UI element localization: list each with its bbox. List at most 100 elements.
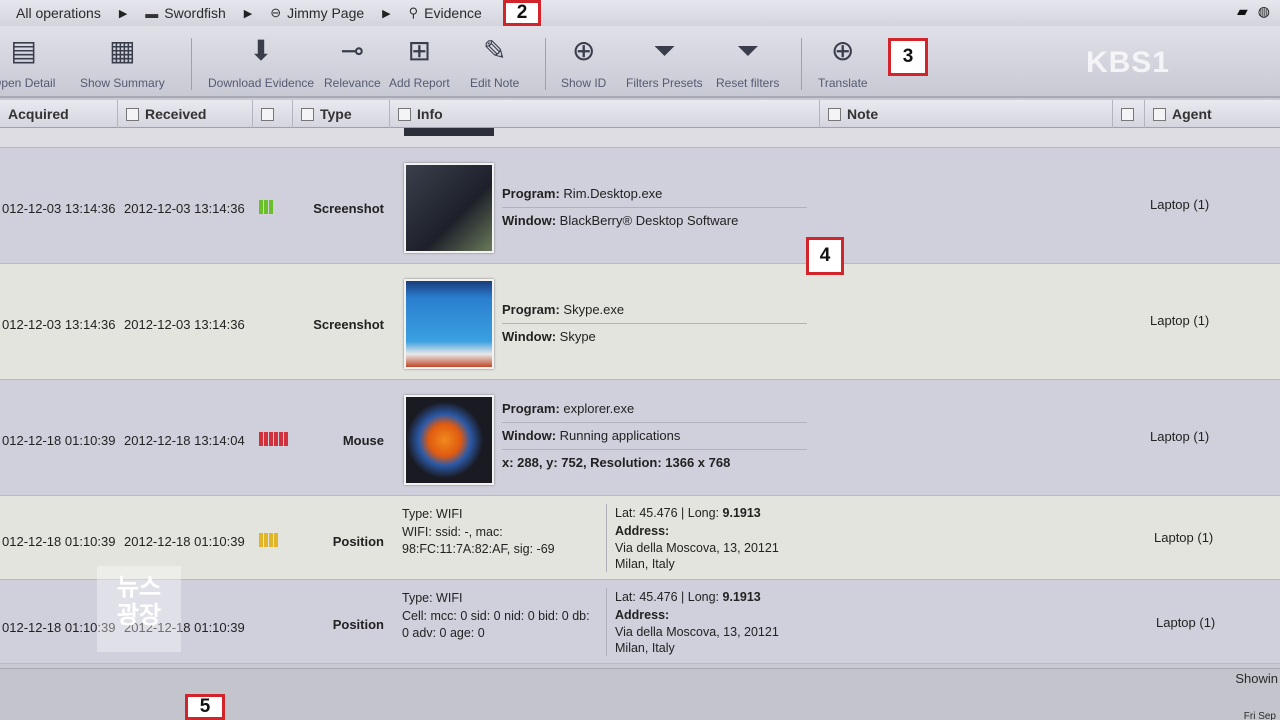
window-icon[interactable]: ▰ xyxy=(1237,3,1248,20)
screenshot-thumbnail[interactable] xyxy=(404,279,494,369)
translate-button[interactable]: ⊕ Translate xyxy=(818,34,868,90)
column-checkbox[interactable] xyxy=(126,107,139,121)
globe-icon[interactable]: ◍ xyxy=(1258,3,1270,20)
program-line: Program: Rim.Desktop.exe xyxy=(502,186,807,208)
globe-icon: ⊕ xyxy=(831,35,855,66)
address-line: Milan, Italy xyxy=(615,641,675,655)
type-cell: Screenshot xyxy=(313,317,384,332)
lat-long: Lat: 45.476 | Long: 9.1913 xyxy=(615,505,761,522)
type-cell: Position xyxy=(332,617,384,632)
breadcrumb-arrow-icon: ▶ xyxy=(382,7,391,20)
position-detail: Cell: mcc: 0 sid: 0 nid: 0 bid: 0 db: xyxy=(402,609,590,623)
show-id-button[interactable]: ⊕ Show ID xyxy=(561,34,606,90)
filter-icon: ⏷ xyxy=(653,35,676,66)
breadcrumb: All operations ▶ ▬ Swordfish ▶ ⊖ Jimmy Pag… xyxy=(0,0,1280,26)
table-row[interactable]: 012-12-18 01:10:39 2012-12-18 01:10:39 P… xyxy=(0,580,1280,664)
relevance-bar[interactable] xyxy=(259,200,273,214)
firefox-thumbnail[interactable] xyxy=(404,395,494,485)
marker-5: 5 xyxy=(185,694,225,720)
button-label: Show ID xyxy=(561,76,607,90)
reset-filters-button[interactable]: ⏷ Reset filters xyxy=(716,34,779,90)
position-detail: 0 adv: 0 age: 0 xyxy=(402,626,485,640)
address-line: Via della Moscova, 13, 20121 xyxy=(615,625,779,639)
filters-presets-button[interactable]: ⏷ Filters Presets xyxy=(626,34,703,90)
breadcrumb-label: Jimmy Page xyxy=(287,5,365,21)
agent-cell: Laptop (1) xyxy=(1154,530,1214,545)
program-label: Program: xyxy=(502,186,560,201)
column-note[interactable]: Note xyxy=(820,100,1113,128)
show-summary-button[interactable]: ▦ Show Summary xyxy=(80,34,165,90)
type-cell: Position xyxy=(332,534,384,549)
window-line: Window: BlackBerry® Desktop Software xyxy=(502,213,807,234)
column-type[interactable]: Type xyxy=(293,100,390,128)
column-label: Note xyxy=(847,106,879,122)
window-label: Window: xyxy=(502,213,557,228)
lat-long-label: Lat: 45.476 | Long: xyxy=(615,506,720,520)
target-icon: ⊖ xyxy=(270,5,282,20)
button-label: Open Detail xyxy=(0,76,56,90)
marker-3: 3 xyxy=(888,38,928,76)
edit-note-button[interactable]: ✎ Edit Note xyxy=(470,34,519,90)
open-detail-button[interactable]: ▤ Open Detail xyxy=(0,34,55,90)
slider-icon: ⊸ xyxy=(340,35,365,66)
received-cell: 2012-12-18 13:14:04 xyxy=(124,433,245,448)
column-checkbox[interactable] xyxy=(398,107,411,121)
column-label: Info xyxy=(417,106,443,122)
column-agent[interactable]: Agent xyxy=(1145,100,1280,128)
breadcrumb-swordfish[interactable]: ▬ Swordfish xyxy=(145,5,225,21)
program-value: Rim.Desktop.exe xyxy=(563,186,663,201)
column-info[interactable]: Info xyxy=(390,100,820,128)
window-value: Running applications xyxy=(559,428,681,443)
relevance-button[interactable]: ⊸ Relevance xyxy=(324,34,381,90)
marker-4: 4 xyxy=(806,237,844,275)
column-checkbox[interactable] xyxy=(828,107,841,121)
column-checkbox[interactable] xyxy=(1121,107,1134,121)
column-flag[interactable] xyxy=(1113,100,1145,128)
screenshot-thumbnail[interactable] xyxy=(404,163,494,253)
table-row-partial[interactable] xyxy=(0,128,1280,148)
toolbar: ▤ Open Detail ▦ Show Summary ⬇ Download … xyxy=(0,26,1280,98)
table-row[interactable]: 012-12-18 01:10:39 2012-12-18 13:14:04 M… xyxy=(0,380,1280,496)
table-row[interactable]: 012-12-18 01:10:39 2012-12-18 01:10:39 P… xyxy=(0,496,1280,580)
position-detail: WIFI: ssid: -, mac: xyxy=(402,525,503,539)
address-line: Milan, Italy xyxy=(615,557,675,571)
acquired-cell: 012-12-03 13:14:36 xyxy=(2,201,116,216)
download-evidence-button[interactable]: ⬇ Download Evidence xyxy=(208,34,314,90)
breadcrumb-label: Swordfish xyxy=(164,5,226,21)
breadcrumb-all-operations[interactable]: All operations xyxy=(16,5,101,21)
news-channel-logo: 뉴스 광장 xyxy=(97,566,181,652)
button-label: Filters Presets xyxy=(626,76,703,90)
add-report-button[interactable]: ⊞ Add Report xyxy=(389,34,450,90)
breadcrumb-jimmy-page[interactable]: ⊖ Jimmy Page xyxy=(270,5,364,21)
id-icon: ⊕ xyxy=(571,35,596,66)
button-label: Download Evidence xyxy=(208,76,315,90)
program-label: Program: xyxy=(502,401,560,416)
window-label: Window: xyxy=(502,428,557,443)
lat-long-label: Lat: 45.476 | Long: xyxy=(615,590,720,604)
column-received[interactable]: Received xyxy=(118,100,253,128)
thumbnail-partial xyxy=(404,128,494,136)
add-document-icon: ⊞ xyxy=(407,35,432,66)
toolbar-divider xyxy=(545,38,546,90)
column-relevance[interactable] xyxy=(253,100,293,128)
received-cell: 2012-12-18 01:10:39 xyxy=(124,534,245,549)
breadcrumb-arrow-icon: ▶ xyxy=(118,7,128,20)
breadcrumb-evidence[interactable]: ⚲ Evidence xyxy=(409,5,482,21)
breadcrumb-arrow-icon: ▶ xyxy=(243,7,253,20)
table-row[interactable]: 012-12-03 13:14:36 2012-12-03 13:14:36 S… xyxy=(0,264,1280,380)
table-row[interactable]: 012-12-03 13:14:36 2012-12-03 13:14:36 S… xyxy=(0,148,1280,264)
acquired-cell: 012-12-18 01:10:39 xyxy=(2,433,116,448)
column-acquired[interactable]: Acquired xyxy=(0,100,118,128)
toolbar-divider xyxy=(801,38,802,90)
column-checkbox[interactable] xyxy=(1153,107,1166,121)
breadcrumb-label: Evidence xyxy=(424,5,482,21)
breadcrumb-label: All operations xyxy=(16,5,101,21)
button-label: Relevance xyxy=(324,76,381,90)
long-value: 9.1913 xyxy=(722,506,761,520)
column-label: Type xyxy=(320,106,352,122)
column-checkbox[interactable] xyxy=(301,107,314,121)
column-checkbox[interactable] xyxy=(261,107,274,121)
agent-cell: Laptop (1) xyxy=(1150,313,1210,328)
column-label: Received xyxy=(145,106,207,122)
program-label: Program: xyxy=(502,302,560,317)
